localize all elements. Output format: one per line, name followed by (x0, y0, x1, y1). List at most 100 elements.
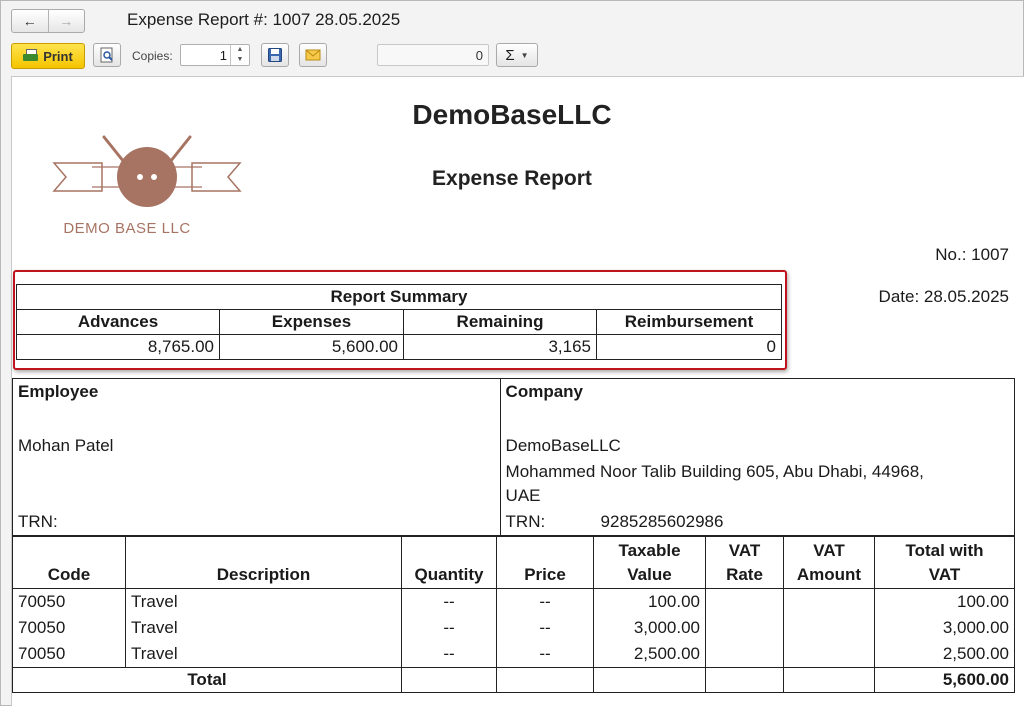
email-button[interactable] (299, 43, 327, 67)
summary-value-expenses: 5,600.00 (219, 334, 404, 360)
total-quantity-cell (401, 667, 497, 693)
preview-button[interactable] (93, 43, 121, 67)
cell-price: -- (496, 588, 594, 615)
header-taxable-line1: Taxable (618, 541, 681, 560)
summary-header-advances: Advances (16, 309, 220, 335)
save-button[interactable] (261, 43, 289, 67)
chevron-down-icon: ▼ (520, 50, 529, 60)
print-button[interactable]: Print (11, 43, 85, 69)
document-date: Date: 28.05.2025 (878, 287, 1009, 306)
total-value: 5,600.00 (874, 667, 1015, 693)
cell-vat-rate (705, 615, 784, 641)
header-total-with-vat: Total with VAT (874, 536, 1015, 589)
cell-description: Travel (125, 641, 402, 668)
cell-taxable-value: 3,000.00 (593, 615, 706, 641)
copies-stepper[interactable]: 1 ▲ ▼ (180, 44, 250, 66)
logo-text: DEMO BASE LLC (63, 220, 191, 237)
summary-header-remaining: Remaining (403, 309, 597, 335)
envelope-icon (305, 49, 321, 61)
header-code: Code (12, 536, 126, 589)
table-row: 70050 Travel -- -- 2,500.00 2,500.00 (12, 641, 1015, 668)
cell-taxable-value: 2,500.00 (593, 641, 706, 668)
sigma-icon: Σ (505, 46, 515, 64)
floppy-disk-icon (268, 48, 282, 62)
header-vat-rate-line1: VAT (728, 541, 761, 560)
total-vat-amount-cell (783, 667, 875, 693)
party-details-table: Employee Mohan Patel TRN: Company DemoBa… (12, 378, 1016, 536)
company-name: DemoBaseLLC (505, 436, 621, 455)
total-price-cell (496, 667, 594, 693)
header-price: Price (496, 536, 594, 589)
summary-value-reimbursement: 0 (596, 334, 782, 360)
report-document: DemoBaseLLC Expense Report DEMO BASE LLC… (11, 76, 1024, 706)
employee-trn-label: TRN: (18, 512, 58, 531)
printer-icon (23, 49, 39, 63)
increment-icon[interactable]: ▲ (231, 45, 249, 55)
employee-heading: Employee (18, 382, 99, 401)
cell-vat-amount (783, 641, 875, 668)
decrement-icon[interactable]: ▼ (231, 55, 249, 65)
employee-name: Mohan Patel (18, 436, 114, 455)
company-trn-value: 9285285602986 (600, 512, 724, 531)
cell-taxable-value: 100.00 (593, 588, 706, 615)
summary-value-advances: 8,765.00 (16, 334, 220, 360)
header-vat-amount-line1: VAT (813, 541, 845, 560)
header-taxable-line2: Value (627, 565, 672, 584)
summary-header-expenses: Expenses (219, 309, 404, 335)
total-label: Total (12, 667, 402, 693)
cell-quantity: -- (401, 588, 497, 615)
header-taxable-value: Taxable Value (593, 536, 706, 589)
copies-value: 1 (219, 48, 227, 63)
company-section: Company DemoBaseLLC Mohammed Noor Talib … (499, 378, 1016, 536)
cell-quantity: -- (401, 641, 497, 668)
employee-section: Employee Mohan Patel TRN: (12, 378, 501, 536)
number-field[interactable]: 0 (377, 44, 489, 66)
header-vat-rate-line2: Rate (726, 565, 763, 584)
cell-vat-rate (705, 588, 784, 615)
copies-label: Copies: (132, 49, 173, 63)
arrow-right-icon: → (59, 13, 74, 29)
forward-button[interactable]: → (49, 10, 85, 32)
company-name-heading: DemoBaseLLC (412, 99, 612, 130)
company-address-line1: Mohammed Noor Talib Building 605, Abu Dh… (505, 462, 924, 481)
header-description: Description (125, 536, 402, 589)
company-address-line2: UAE (505, 486, 541, 505)
cell-total: 2,500.00 (874, 641, 1015, 668)
cell-code: 70050 (12, 615, 126, 641)
report-window: ← → Expense Report #: 1007 28.05.2025 Pr… (0, 0, 1024, 706)
summary-title: Report Summary (16, 284, 782, 310)
sum-button[interactable]: Σ ▼ (496, 43, 538, 67)
header-total-line1: Total with (905, 541, 984, 560)
cell-code: 70050 (12, 588, 126, 615)
table-row: 70050 Travel -- -- 3,000.00 3,000.00 (12, 615, 1015, 641)
company-trn-label: TRN: (505, 512, 546, 531)
header-price-label: Price (524, 565, 566, 584)
document-number: No.: 1007 (935, 245, 1009, 264)
cell-total: 3,000.00 (874, 615, 1015, 641)
cell-quantity: -- (401, 615, 497, 641)
cell-total: 100.00 (874, 588, 1015, 615)
header-vat-rate: VAT Rate (705, 536, 784, 589)
cell-vat-amount (783, 588, 875, 615)
page-preview-icon (100, 47, 113, 63)
arrow-left-icon: ← (22, 13, 37, 29)
expense-items-table: Code Description Quantity Price Taxable V… (12, 536, 1015, 693)
total-vat-rate-cell (705, 667, 784, 693)
total-row: Total 5,600.00 (12, 667, 1015, 693)
header-total-line2: VAT (928, 565, 961, 584)
back-button[interactable]: ← (12, 10, 48, 32)
print-button-label: Print (43, 48, 73, 64)
table-row: 70050 Travel -- -- 100.00 100.00 (12, 588, 1015, 615)
header-quantity: Quantity (401, 536, 497, 589)
total-taxable-cell (593, 667, 706, 693)
cell-price: -- (496, 641, 594, 668)
cell-description: Travel (125, 615, 402, 641)
company-heading: Company (505, 382, 584, 401)
cell-vat-amount (783, 615, 875, 641)
cell-price: -- (496, 615, 594, 641)
window-title: Expense Report #: 1007 28.05.2025 (127, 10, 401, 29)
header-vat-amount-line2: Amount (796, 565, 862, 584)
cell-code: 70050 (12, 641, 126, 668)
header-vat-amount: VAT Amount (783, 536, 875, 589)
summary-value-remaining: 3,165 (403, 334, 597, 360)
